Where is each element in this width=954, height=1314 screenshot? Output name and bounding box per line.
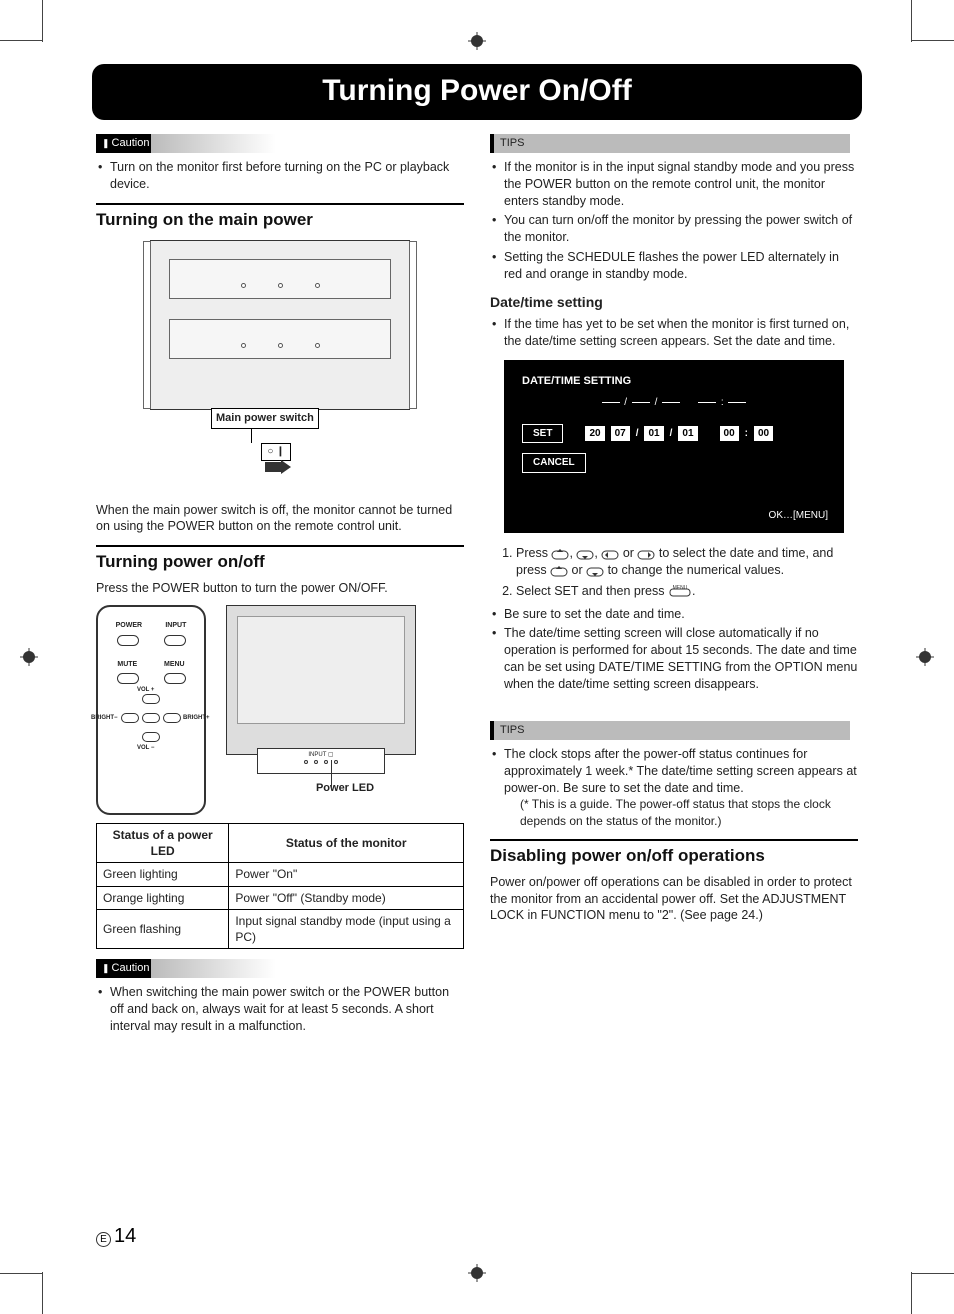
disabling-body: Power on/power off operations can be dis…: [490, 874, 858, 925]
table-header-monitor: Status of the monitor: [229, 824, 464, 863]
remote-bright-minus-label: BRIGHT−: [91, 714, 118, 722]
caution-label: Caution: [96, 134, 296, 153]
osd-value: 00: [720, 426, 739, 442]
remote-control-icon: POWERINPUT MUTEMENU VOL + BRIGHT− BRIGHT…: [96, 605, 206, 815]
tip-main: The clock stops after the power-off stat…: [504, 747, 857, 795]
osd-set-button: SET: [522, 424, 563, 444]
main-power-note: When the main power switch is off, the m…: [96, 502, 464, 536]
table-row: Green lighting Power "On": [97, 863, 464, 886]
registration-mark-icon: [468, 32, 486, 50]
osd-value: 01: [678, 426, 697, 442]
dpad-down-icon: [586, 565, 604, 577]
crop-mark: [42, 0, 43, 42]
figure-remote-and-monitor: POWERINPUT MUTEMENU VOL + BRIGHT− BRIGHT…: [96, 605, 464, 815]
dpad-up-icon: [601, 548, 619, 560]
dpad-left-icon: [551, 548, 569, 560]
svg-text:MENU: MENU: [673, 585, 688, 591]
osd-value: 20: [585, 426, 604, 442]
main-power-switch-icon: ○ ❙: [261, 443, 291, 461]
osd-value: 07: [611, 426, 630, 442]
tips-label: TIPS: [490, 134, 850, 153]
crop-mark: [912, 1273, 954, 1274]
crop-mark: [42, 1272, 43, 1314]
step-1: Press , , or to select the date and time…: [516, 545, 858, 579]
osd-datetime-screen: DATE/TIME SETTING / / : SET 20 07 / 01 /…: [504, 360, 844, 533]
heading-datetime: Date/time setting: [490, 293, 858, 312]
remote-mute-label: MUTE: [117, 660, 137, 669]
tip-text: If the monitor is in the input signal st…: [504, 159, 858, 210]
table-row: Orange lighting Power "Off" (Standby mod…: [97, 886, 464, 909]
tips-label: TIPS: [490, 721, 850, 740]
post-step-text: The date/time setting screen will close …: [504, 625, 858, 693]
caution-text: Turn on the monitor first before turning…: [110, 159, 464, 193]
remote-vol-minus-label: VOL −: [137, 744, 154, 752]
page-title: Turning Power On/Off: [92, 64, 862, 120]
caution-text: When switching the main power switch or …: [110, 984, 464, 1035]
heading-power-onoff: Turning power on/off: [96, 545, 464, 574]
tip-footnote: (* This is a guide. The power-off status…: [504, 796, 858, 828]
power-led-table: Status of a power LED Status of the moni…: [96, 823, 464, 949]
registration-mark-icon: [20, 648, 38, 666]
step-2: Select SET and then press MENU.: [516, 583, 858, 600]
cell: Green flashing: [97, 909, 229, 948]
osd-ok-hint: OK…[MENU]: [769, 509, 828, 523]
menu-button-icon: MENU: [668, 585, 692, 597]
page-marker-number: 14: [114, 1225, 136, 1247]
registration-mark-icon: [916, 648, 934, 666]
remote-vol-plus-label: VOL +: [137, 686, 154, 694]
osd-cancel-button: CANCEL: [522, 453, 586, 473]
cell: Power "On": [229, 863, 464, 886]
dpad-up-icon: [550, 565, 568, 577]
dpad-right-icon: [576, 548, 594, 560]
remote-input-label: INPUT: [165, 621, 186, 630]
remote-power-label: POWER: [116, 621, 142, 630]
crop-mark: [0, 40, 42, 41]
remote-menu-label: MENU: [164, 660, 185, 669]
heading-disabling: Disabling power on/off operations: [490, 839, 858, 868]
crop-mark: [912, 40, 954, 41]
osd-value: 01: [644, 426, 663, 442]
cell: Orange lighting: [97, 886, 229, 909]
table-row: Green flashing Input signal standby mode…: [97, 909, 464, 948]
post-step-text: Be sure to set the date and time.: [504, 606, 858, 623]
crop-mark: [0, 1273, 42, 1274]
tip-text: Setting the SCHEDULE flashes the power L…: [504, 249, 858, 283]
caution-label: Caution: [96, 959, 296, 978]
tip-text: You can turn on/off the monitor by press…: [504, 212, 858, 246]
page-number: E14: [96, 1225, 136, 1248]
power-led-label: Power LED: [226, 781, 464, 796]
tip-text: The clock stops after the power-off stat…: [504, 746, 858, 829]
press-power-text: Press the POWER button to turn the power…: [96, 580, 464, 597]
heading-main-power: Turning on the main power: [96, 203, 464, 232]
dpad-down-icon: [637, 548, 655, 560]
monitor-bezel-label: INPUT ▢: [308, 752, 333, 758]
remote-bright-plus-label: BRIGHT+: [183, 714, 210, 722]
right-column: TIPS If the monitor is in the input sign…: [490, 134, 858, 1045]
registration-mark-icon: [468, 1264, 486, 1282]
monitor-front-icon: INPUT ▢: [226, 605, 416, 755]
osd-title: DATE/TIME SETTING: [522, 374, 826, 389]
cell: Input signal standby mode (input using a…: [229, 909, 464, 948]
cell: Green lighting: [97, 863, 229, 886]
main-power-switch-label: Main power switch: [211, 408, 319, 429]
crop-mark: [911, 1272, 912, 1314]
table-header-led: Status of a power LED: [97, 824, 229, 863]
arrow-right-icon: [265, 460, 291, 479]
osd-value: 00: [754, 426, 773, 442]
datetime-intro: If the time has yet to be set when the m…: [504, 316, 858, 350]
left-column: Caution Turn on the monitor first before…: [96, 134, 464, 1045]
crop-mark: [911, 0, 912, 42]
page-marker-letter: E: [96, 1232, 111, 1247]
figure-monitor-back: Main power switch ○ ❙: [96, 240, 464, 490]
cell: Power "Off" (Standby mode): [229, 886, 464, 909]
